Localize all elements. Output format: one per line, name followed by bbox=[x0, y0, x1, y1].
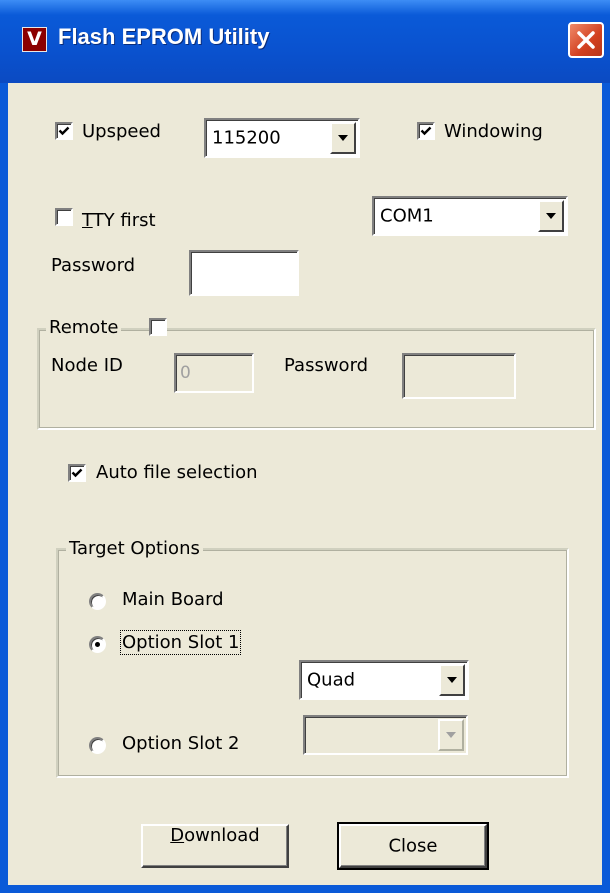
radio-selected-dot bbox=[95, 642, 100, 647]
auto-file-selection-label[interactable]: Auto file selection bbox=[96, 462, 258, 483]
upspeed-checkbox[interactable] bbox=[55, 122, 73, 140]
option-slot-1-radio[interactable] bbox=[89, 636, 106, 653]
remote-label[interactable]: Remote bbox=[49, 317, 118, 338]
close-button[interactable]: Close bbox=[337, 822, 489, 870]
option-slot-2-label[interactable]: Option Slot 2 bbox=[122, 733, 239, 754]
dialog-client-area: Upspeed 115200 Windowing TTY first COM1 … bbox=[8, 83, 602, 885]
node-id-label: Node ID bbox=[51, 355, 123, 376]
option-slot-2-select[interactable] bbox=[303, 715, 468, 755]
checkmark-icon bbox=[420, 126, 432, 136]
window-title: Flash EPROM Utility bbox=[58, 24, 270, 49]
option-slot-1-select[interactable]: Quad bbox=[299, 660, 469, 700]
baud-rate-value: 115200 bbox=[212, 127, 281, 149]
password-field[interactable] bbox=[189, 250, 299, 296]
option-slot-1-label[interactable]: Option Slot 1 bbox=[119, 630, 242, 655]
checkmark-icon bbox=[58, 126, 70, 136]
baud-rate-select[interactable]: 115200 bbox=[204, 118, 360, 158]
upspeed-label[interactable]: Upspeed bbox=[82, 121, 161, 142]
remote-password-field[interactable] bbox=[402, 353, 516, 399]
close-window-button[interactable] bbox=[568, 22, 604, 58]
password-label: Password bbox=[51, 255, 136, 276]
option-slot-1-dropdown-button[interactable] bbox=[439, 664, 465, 696]
tty-first-label[interactable]: TTY first bbox=[82, 210, 156, 231]
main-board-radio[interactable] bbox=[89, 593, 106, 610]
com-port-select[interactable]: COM1 bbox=[372, 196, 568, 236]
node-id-value: 0 bbox=[180, 363, 191, 383]
checkmark-icon bbox=[71, 468, 83, 478]
tty-first-checkbox[interactable] bbox=[55, 208, 73, 226]
chevron-down-icon bbox=[546, 213, 556, 219]
remote-checkbox[interactable] bbox=[149, 318, 167, 336]
target-options-title: Target Options bbox=[66, 538, 203, 559]
option-slot-2-radio[interactable] bbox=[89, 737, 106, 754]
windowing-label[interactable]: Windowing bbox=[444, 121, 543, 142]
auto-file-selection-checkbox[interactable] bbox=[68, 464, 86, 482]
node-id-field[interactable]: 0 bbox=[174, 353, 254, 393]
chevron-down-icon bbox=[447, 677, 457, 683]
close-icon bbox=[577, 31, 595, 49]
download-button[interactable]: Download bbox=[141, 824, 289, 868]
com-port-value: COM1 bbox=[380, 205, 434, 227]
option-slot-2-dropdown-button[interactable] bbox=[438, 719, 464, 751]
title-bar[interactable]: V Flash EPROM Utility bbox=[0, 0, 610, 83]
option-slot-1-value: Quad bbox=[307, 669, 356, 691]
chevron-down-icon bbox=[338, 135, 348, 141]
dialog-window: V Flash EPROM Utility Upspeed 115200 Win… bbox=[0, 0, 610, 893]
chevron-down-icon bbox=[446, 732, 456, 738]
windowing-checkbox[interactable] bbox=[417, 122, 435, 140]
app-icon[interactable]: V bbox=[22, 27, 47, 52]
baud-rate-dropdown-button[interactable] bbox=[330, 122, 356, 154]
remote-password-label: Password bbox=[284, 355, 369, 376]
com-port-dropdown-button[interactable] bbox=[538, 200, 564, 232]
main-board-label[interactable]: Main Board bbox=[122, 589, 224, 610]
remote-group-title: Remote bbox=[46, 317, 122, 338]
